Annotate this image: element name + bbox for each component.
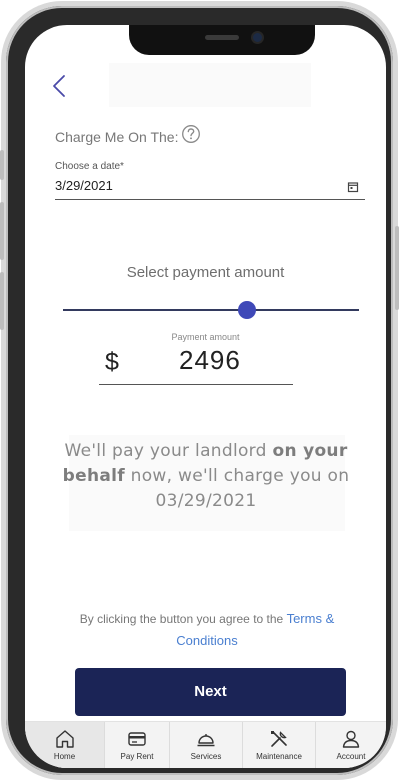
agreement-label: By clicking the button you agree to the (79, 612, 284, 626)
phone-side-button (0, 150, 4, 180)
charge-date-label: Charge Me On The: (55, 129, 179, 145)
amount-slider-thumb[interactable] (237, 301, 256, 319)
message-part1: We'll pay your landlord (64, 441, 273, 461)
help-icon[interactable] (181, 124, 201, 144)
tab-home-label: Home (53, 752, 76, 761)
payment-amount-input[interactable]: 2496 (179, 345, 241, 376)
payment-amount-label: Payment amount (171, 332, 240, 342)
payment-message: We'll pay your landlord on your behalf n… (55, 439, 357, 514)
message-part2: now, we'll charge you on (124, 466, 350, 486)
tab-pay-rent-label: Pay Rent (120, 752, 154, 761)
credit-card-icon (128, 732, 146, 746)
top-bar (25, 61, 386, 111)
tab-maintenance-label: Maintenance (256, 752, 302, 761)
back-arrow-icon[interactable] (49, 73, 71, 99)
phone-volume-up (0, 202, 4, 260)
amount-slider-track[interactable] (63, 309, 359, 311)
agreement-text: By clicking the button you agree to the … (59, 608, 355, 652)
date-field[interactable]: 3/29/2021 (55, 178, 113, 193)
tab-services-label: Services (190, 752, 222, 761)
tab-services[interactable]: Services (170, 722, 243, 768)
select-amount-label: Select payment amount (126, 264, 285, 281)
currency-symbol: $ (105, 348, 119, 376)
message-date: 03/29/2021 (155, 491, 257, 511)
bottom-tab-bar: Home Pay Rent Services Maintenance Accou… (25, 721, 386, 768)
header-title-area (109, 63, 311, 107)
calendar-icon[interactable] (347, 181, 359, 193)
tab-maintenance[interactable]: Maintenance (243, 722, 316, 768)
speaker (205, 35, 239, 40)
phone-frame: Charge Me On The: Choose a date* 3/29/20… (0, 6, 399, 775)
next-button[interactable]: Next (75, 668, 346, 716)
tools-icon (271, 731, 287, 747)
camera (253, 33, 262, 42)
tab-account[interactable]: Account (316, 722, 386, 768)
app-screen: Charge Me On The: Choose a date* 3/29/20… (25, 25, 386, 768)
tab-home[interactable]: Home (25, 722, 105, 768)
phone-power-button (395, 226, 399, 310)
service-bell-icon (197, 734, 215, 747)
phone-volume-down (0, 272, 4, 330)
user-icon (342, 730, 360, 748)
date-field-label: Choose a date* (55, 161, 124, 172)
home-icon (55, 730, 74, 748)
tab-pay-rent[interactable]: Pay Rent (105, 722, 170, 768)
tab-account-label: Account (336, 752, 366, 761)
phone-notch (129, 25, 315, 55)
date-field-underline (55, 199, 365, 200)
amount-input-underline (99, 384, 293, 385)
